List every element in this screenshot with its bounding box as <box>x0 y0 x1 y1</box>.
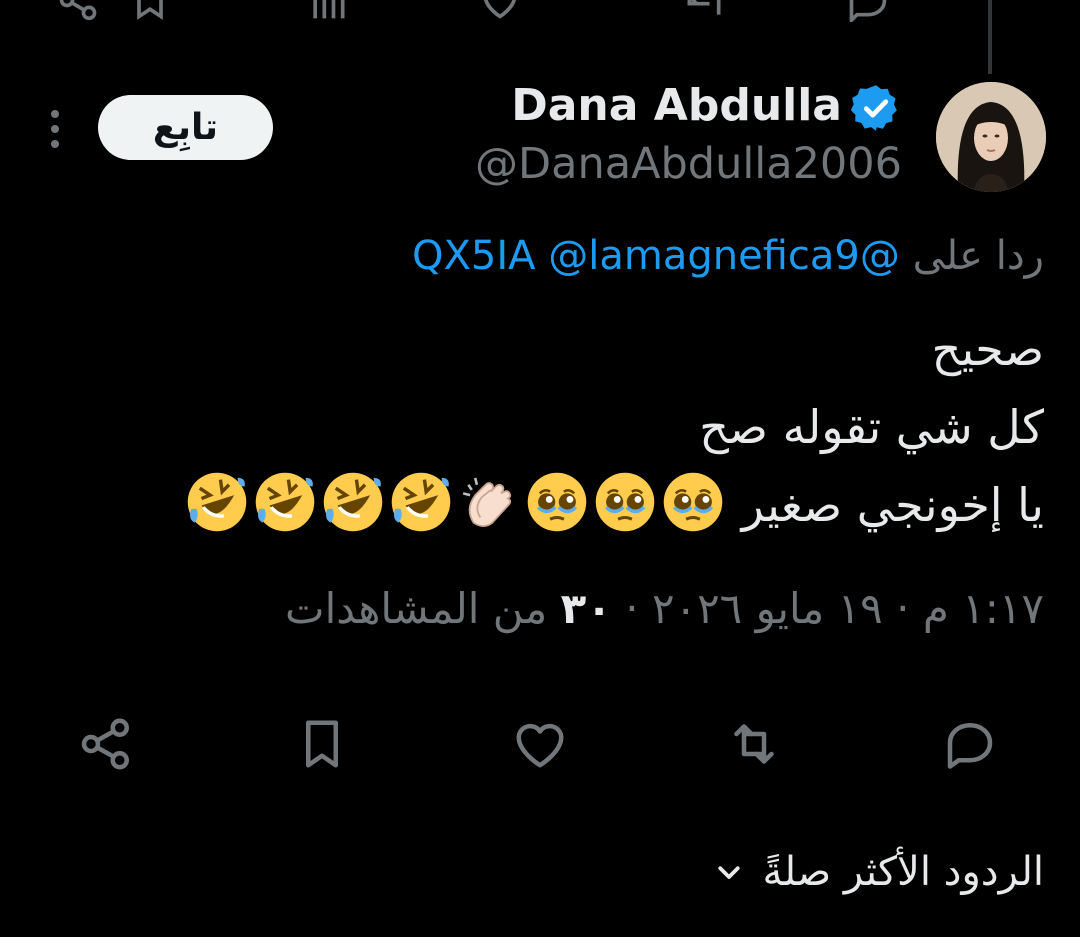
tweet-text: صحيح كل شي تقوله صح يا إخونجي صغير <box>44 310 1044 544</box>
chevron-down-icon <box>714 857 744 887</box>
reply-icon[interactable] <box>846 0 890 22</box>
thread-connector-line <box>988 0 992 74</box>
views-label: من المشاهدات <box>285 584 548 633</box>
views-icon[interactable] <box>306 0 350 22</box>
tweet-line-text: يا إخونجي صغير <box>741 478 1044 532</box>
more-vertical-icon[interactable] <box>40 108 70 150</box>
clapping-hands-icon <box>458 471 520 533</box>
bookmark-icon[interactable] <box>128 0 172 22</box>
like-icon[interactable] <box>510 714 570 774</box>
sort-replies-dropdown[interactable]: الردود الأكثر صلةً <box>714 842 1044 902</box>
bookmark-icon[interactable] <box>292 714 352 774</box>
replying-to: ردا على @QX5IA @lamagnefica9 <box>412 228 1044 284</box>
pleading-face-icon <box>526 471 588 533</box>
rolling-on-floor-laughing-icon <box>322 471 384 533</box>
follow-button[interactable]: تابِع <box>98 95 273 160</box>
verified-badge-icon <box>850 82 902 134</box>
previous-tweet-actions <box>0 0 1080 22</box>
profile-photo <box>936 82 1046 192</box>
author-name[interactable]: Dana Abdulla <box>511 80 842 132</box>
views-count[interactable]: ٣٠ <box>561 584 612 633</box>
retweet-icon[interactable] <box>724 714 784 774</box>
pleading-face-icon <box>662 471 724 533</box>
tweet-date[interactable]: ١٩ مايو ٢٠٢٦ <box>652 584 883 633</box>
replying-to-label: ردا على <box>912 233 1044 279</box>
tweet-meta: ١:١٧ م · ١٩ مايو ٢٠٢٦ · ٣٠ من المشاهدات <box>285 580 1044 638</box>
author-handle[interactable]: @DanaAbdulla2006 <box>475 138 902 190</box>
rolling-on-floor-laughing-icon <box>186 471 248 533</box>
like-icon[interactable] <box>478 0 522 22</box>
avatar[interactable] <box>936 82 1046 192</box>
rolling-on-floor-laughing-icon <box>254 471 316 533</box>
meta-separator: · <box>625 584 639 633</box>
share-icon[interactable] <box>76 714 136 774</box>
rolling-on-floor-laughing-icon <box>390 471 452 533</box>
tweet-line: كل شي تقوله صح <box>699 400 1044 454</box>
retweet-icon[interactable] <box>682 0 726 22</box>
sort-label: الردود الأكثر صلةً <box>762 849 1044 895</box>
share-icon[interactable] <box>56 0 100 22</box>
tweet-line: صحيح <box>931 322 1044 376</box>
tweet-line: يا إخونجي صغير <box>44 466 1044 544</box>
reply-icon[interactable] <box>940 714 1000 774</box>
meta-separator: · <box>896 584 910 633</box>
mention-link[interactable]: @lamagnefica9 <box>548 233 860 279</box>
tweet-time[interactable]: ١:١٧ م <box>923 584 1044 633</box>
pleading-face-icon <box>594 471 656 533</box>
